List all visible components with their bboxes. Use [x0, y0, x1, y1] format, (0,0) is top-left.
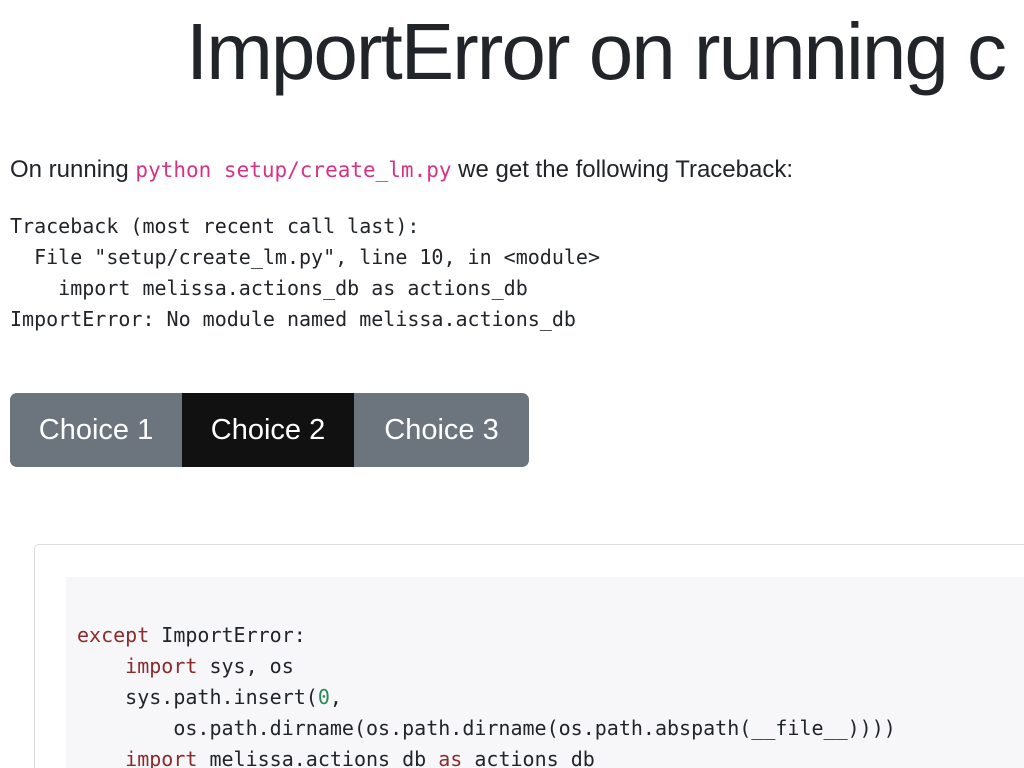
traceback-line: File "setup/create_lm.py", line 10, in <…: [10, 245, 601, 269]
code-number: 0: [317, 685, 330, 709]
page: ImportError on running c On running pyth…: [0, 0, 1024, 768]
traceback-line: ImportError: No module named melissa.act…: [10, 307, 576, 331]
code-text: melissa.actions_db: [197, 747, 439, 768]
traceback-line: Traceback (most recent call last):: [10, 214, 420, 238]
inline-command: python setup/create_lm.py: [135, 158, 452, 182]
page-title: ImportError on running c: [186, 7, 1007, 96]
code-text: sys.path.insert(: [77, 685, 318, 709]
code-card: except ImportError: import sys, os sys.p…: [34, 544, 1024, 768]
choice-1-button[interactable]: Choice 1: [10, 393, 182, 467]
intro-paragraph: On running python setup/create_lm.py we …: [10, 156, 793, 184]
code-keyword: as: [438, 747, 463, 768]
code-keyword: except: [77, 623, 150, 647]
code-snippet: except ImportError: import sys, os sys.p…: [77, 620, 896, 768]
code-block: except ImportError: import sys, os sys.p…: [66, 577, 1024, 768]
traceback-block: Traceback (most recent call last): File …: [10, 211, 600, 335]
code-keyword: import: [125, 654, 198, 678]
intro-prefix: On running: [10, 156, 136, 183]
code-text: ImportError:: [149, 623, 306, 647]
choice-3-button[interactable]: Choice 3: [354, 393, 529, 467]
intro-suffix: we get the following Traceback:: [451, 156, 794, 183]
choice-2-button[interactable]: Choice 2: [182, 393, 354, 467]
traceback-line: import melissa.actions_db as actions_db: [10, 276, 528, 300]
code-text: ,: [329, 685, 342, 709]
choice-button-group: Choice 1 Choice 2 Choice 3: [10, 393, 529, 467]
code-text: actions_db: [462, 747, 595, 768]
code-text: sys, os: [197, 654, 294, 678]
code-keyword: import: [125, 747, 198, 768]
code-text: os.path.dirname(os.path.dirname(os.path.…: [77, 716, 896, 740]
